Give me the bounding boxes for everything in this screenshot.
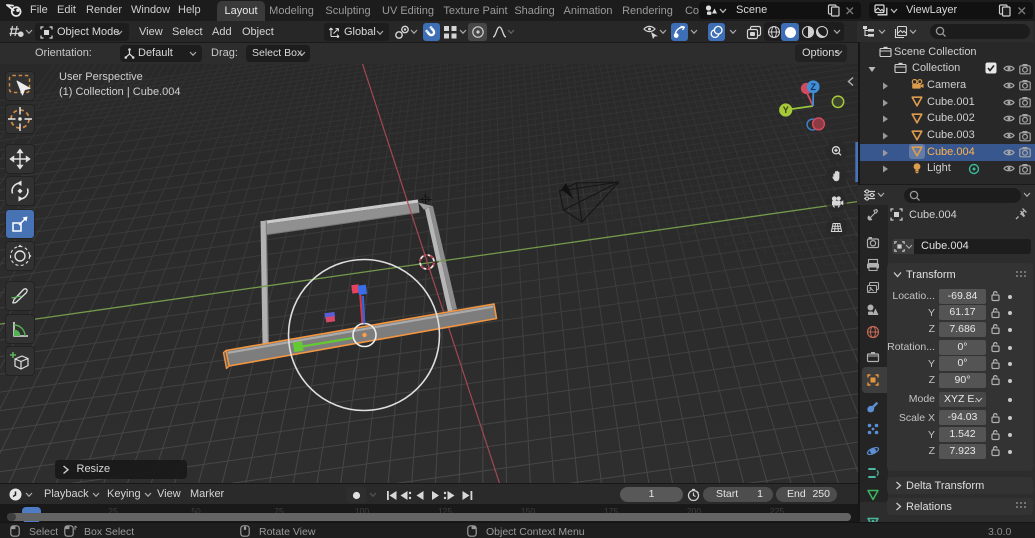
svg-text:Y: Y xyxy=(783,105,789,115)
svg-text:Z: Z xyxy=(810,82,816,92)
